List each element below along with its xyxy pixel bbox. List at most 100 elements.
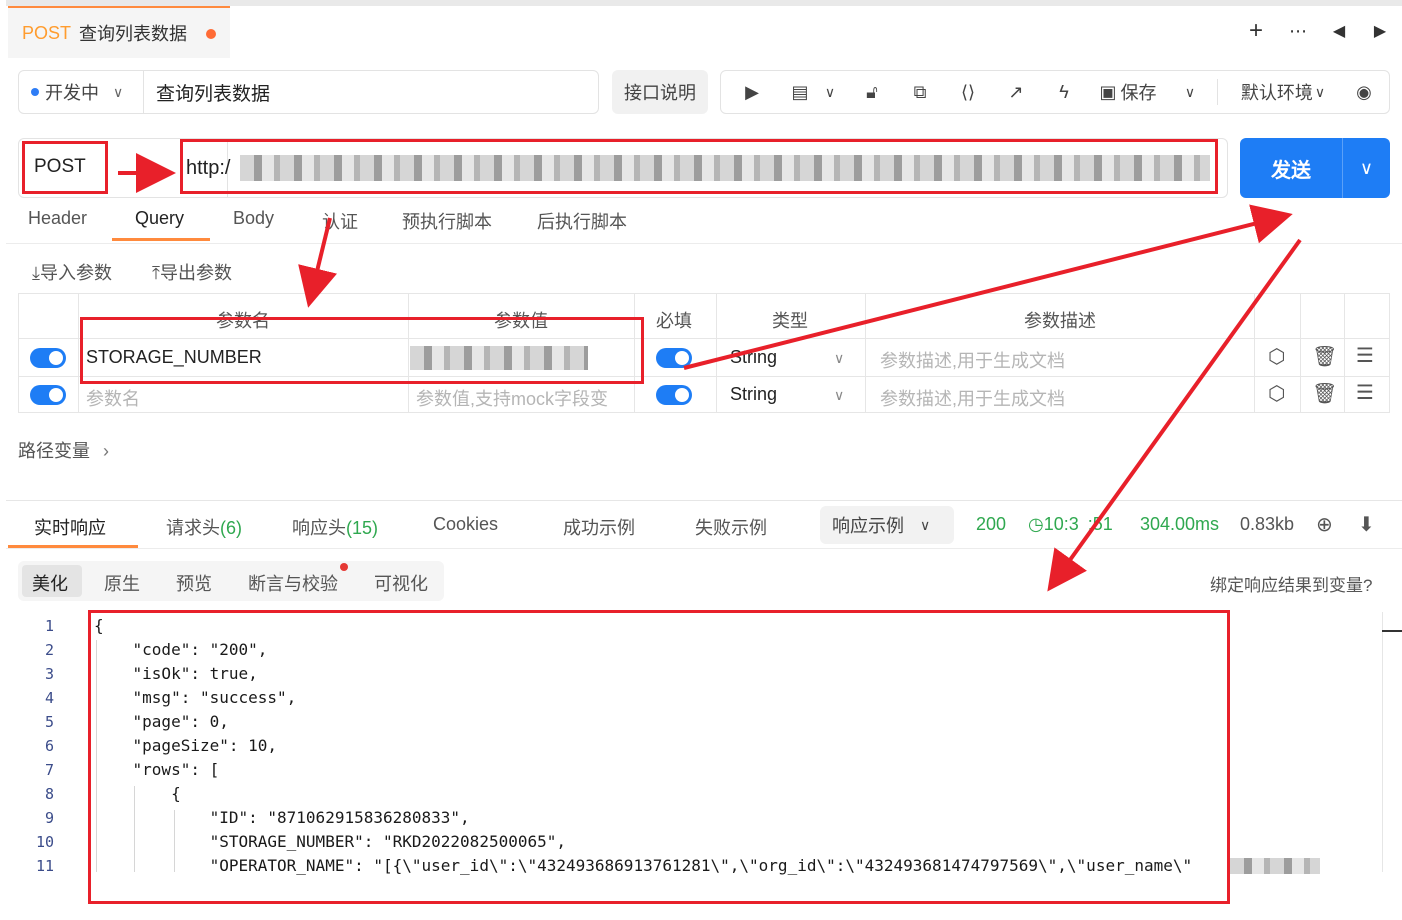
code-redacted-blur [1230, 858, 1320, 874]
run-icon[interactable]: ▶ [739, 71, 765, 113]
view-tab-visualize[interactable]: 可视化 [374, 570, 428, 596]
send-button[interactable]: 发送 ∨ [1240, 138, 1390, 198]
eye-icon[interactable]: ◉ [1349, 71, 1379, 113]
active-tab-indicator [112, 238, 210, 241]
env-select[interactable]: 默认环境 ∨ [1233, 71, 1333, 113]
line-number: 5 [44, 713, 54, 731]
code-icon[interactable]: ⟨⟩ [955, 71, 981, 113]
line-number: 3 [44, 665, 54, 683]
tab-method: POST [22, 22, 72, 43]
tab-realtime-response[interactable]: 实时响应 [34, 514, 106, 540]
doc-icon[interactable]: ▤ [787, 71, 813, 113]
col-divider [865, 293, 866, 413]
chevron-down-icon[interactable]: ∨ [1343, 158, 1390, 179]
view-tab-assertions[interactable]: 断言与校验 [248, 570, 338, 596]
globe-icon[interactable]: ⊕ [1316, 512, 1333, 537]
bind-response-link[interactable]: 绑定响应结果到变量? [1210, 571, 1372, 596]
tab-request-headers[interactable]: 请求头(6) [166, 514, 242, 540]
trash-icon[interactable]: 🗑︎ [1312, 344, 1337, 369]
chevron-down-icon[interactable]: ∨ [819, 71, 841, 113]
save-icon: ▣ [1099, 81, 1117, 102]
example-dropdown[interactable]: 响应示例 ∨ [820, 506, 954, 544]
view-tab-pretty[interactable]: 美化 [32, 570, 68, 596]
tab-success-example[interactable]: 成功示例 [563, 514, 635, 540]
annotation-box-url [180, 139, 1218, 194]
divider [6, 500, 1402, 501]
tab-title: 查询列表数据 [79, 24, 188, 44]
unsaved-dot-icon [206, 29, 216, 39]
chevron-down-icon[interactable]: ∨ [834, 387, 844, 404]
trash-icon[interactable]: 🗑︎ [1312, 381, 1337, 406]
line-number: 4 [44, 689, 54, 707]
cube-icon[interactable]: ⬡ [1268, 381, 1285, 406]
col-divider [716, 293, 717, 413]
param-name-input[interactable]: 参数名 [86, 385, 140, 411]
flash-icon[interactable]: ϟ [1051, 71, 1077, 113]
path-variables-toggle[interactable]: 路径变量 › [18, 437, 109, 463]
annotation-box-param [80, 317, 644, 384]
download-circle-icon[interactable]: ⬇ [1358, 512, 1375, 537]
save-options-chevron-icon[interactable]: ∨ [1177, 71, 1203, 113]
tab-pre-script[interactable]: 预执行脚本 [402, 208, 492, 234]
plus-icon[interactable]: + [1243, 17, 1269, 44]
scrollbar[interactable] [1382, 612, 1402, 872]
param-enabled-toggle[interactable] [30, 348, 66, 368]
drag-handle-icon[interactable]: ☰ [1356, 380, 1374, 405]
param-type[interactable]: String [730, 347, 777, 368]
tab-response-headers[interactable]: 响应头(15) [292, 514, 378, 540]
header-desc: 参数描述 [1024, 311, 1096, 331]
export-label: 导出参数 [159, 263, 232, 283]
tab-query[interactable]: Query [135, 208, 184, 229]
param-enabled-toggle[interactable] [30, 385, 66, 405]
more-icon[interactable]: ⋯ [1285, 18, 1311, 44]
share-icon[interactable]: ↗ [1003, 71, 1029, 113]
request-tab[interactable]: POST 查询列表数据 [8, 6, 230, 58]
col-divider [78, 293, 79, 413]
param-type[interactable]: String [730, 384, 777, 405]
line-number: 8 [44, 785, 54, 803]
api-doc-button[interactable]: 接口说明 [612, 70, 708, 114]
lock-icon[interactable]: 🔓︎ [859, 71, 885, 113]
param-required-toggle[interactable] [656, 385, 692, 405]
header-required: 必填 [656, 311, 692, 331]
copy-icon[interactable]: ⧉ [907, 71, 933, 113]
import-params-button[interactable]: ⤓导入参数 [32, 259, 112, 285]
tab-fail-example[interactable]: 失败示例 [695, 514, 767, 540]
view-tab-raw[interactable]: 原生 [104, 570, 140, 596]
tab-cookies[interactable]: Cookies [433, 514, 498, 535]
scrollbar-thumb[interactable] [1382, 630, 1402, 632]
status-dropdown[interactable]: 开发中 ∨ [18, 70, 144, 114]
clock-icon: ◷ [1028, 514, 1044, 534]
line-number: 10 [35, 833, 54, 851]
import-label: 导入参数 [39, 263, 112, 283]
tab-header[interactable]: Header [28, 208, 87, 229]
drag-handle-icon[interactable]: ☰ [1356, 343, 1374, 368]
tab-auth[interactable]: 认证 [322, 208, 358, 234]
prev-icon[interactable]: ◀ [1326, 18, 1352, 44]
chevron-right-icon: › [103, 441, 110, 461]
tab-response-headers-label: 响应头 [292, 518, 346, 538]
tab-body[interactable]: Body [233, 208, 274, 229]
next-icon[interactable]: ▶ [1367, 18, 1393, 44]
upload-icon: ⤒ [152, 263, 160, 283]
cube-icon[interactable]: ⬡ [1268, 344, 1285, 369]
save-button[interactable]: ▣ 保存 [1095, 71, 1161, 113]
api-name-input[interactable]: 查询列表数据 [143, 70, 599, 114]
col-divider [1300, 293, 1301, 413]
annotation-box-response [88, 610, 1230, 904]
response-time: ◷10:3:51 [1028, 514, 1113, 535]
response-size: 0.83kb [1240, 514, 1295, 534]
header-type: 类型 [772, 311, 808, 331]
chevron-down-icon[interactable]: ∨ [834, 350, 844, 367]
chevron-down-icon: ∨ [920, 516, 931, 533]
param-desc-input[interactable]: 参数描述,用于生成文档 [880, 385, 1065, 411]
notification-dot-icon [340, 563, 348, 571]
send-label: 发送 [1271, 159, 1311, 182]
view-tab-preview[interactable]: 预览 [176, 570, 212, 596]
export-params-button[interactable]: ⤒导出参数 [152, 259, 232, 285]
param-value-input[interactable]: 参数值,支持mock字段变 [416, 385, 608, 411]
param-required-toggle[interactable] [656, 348, 692, 368]
tab-post-script[interactable]: 后执行脚本 [537, 208, 627, 234]
param-desc-input[interactable]: 参数描述,用于生成文档 [880, 347, 1065, 373]
line-number: 7 [44, 761, 54, 779]
